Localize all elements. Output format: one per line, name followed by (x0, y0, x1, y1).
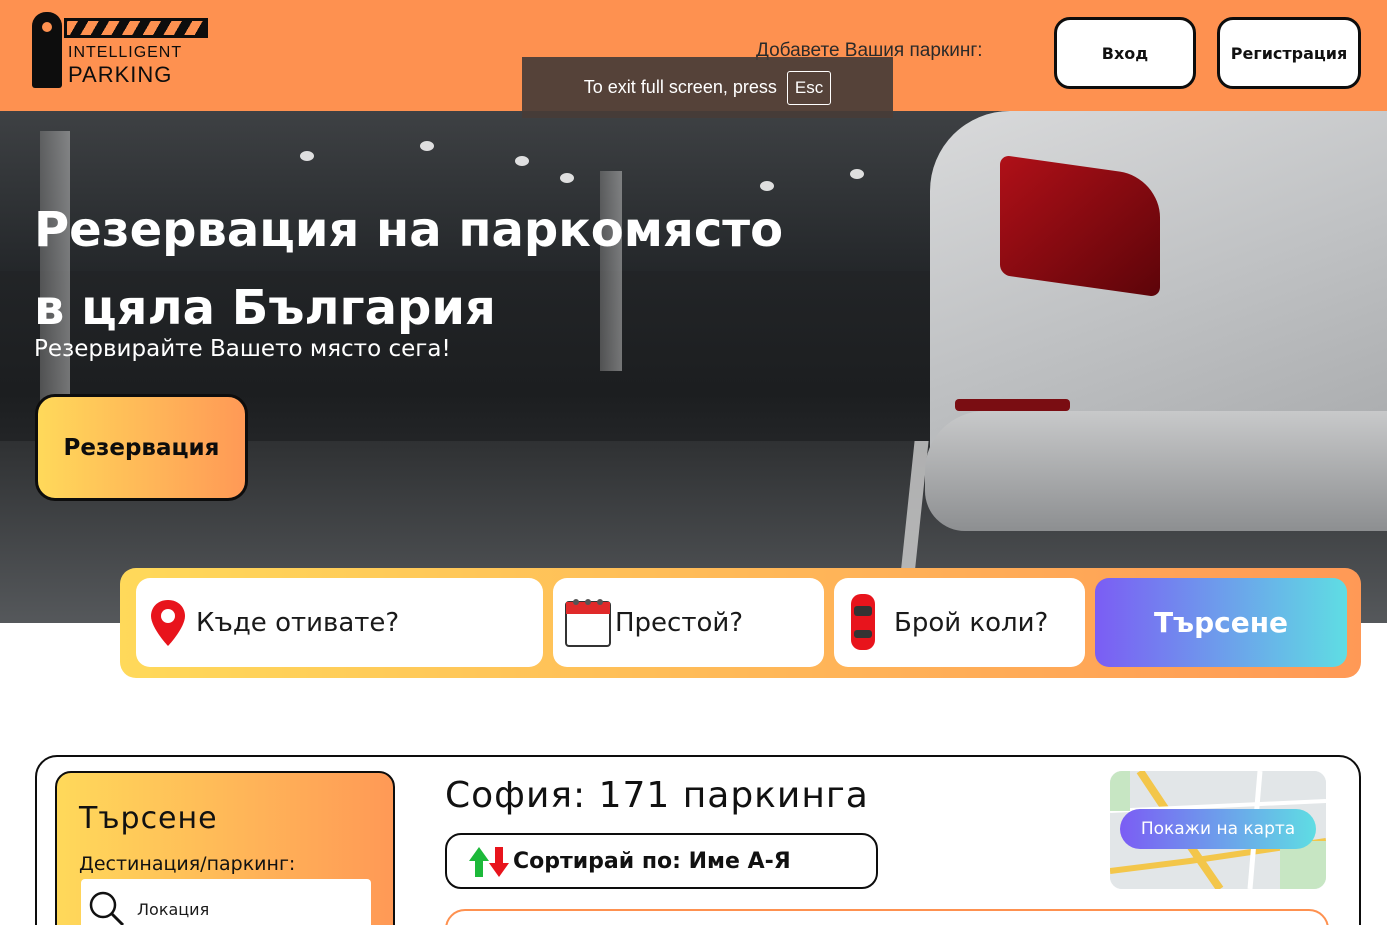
search-button[interactable]: Търсене (1095, 578, 1347, 667)
magnifier-icon (89, 891, 125, 925)
logo-text-line2: PARKING (68, 62, 173, 87)
logo-barrier-post (32, 12, 62, 88)
hero-title-line1: Резервация на паркомясто (34, 202, 784, 258)
calendar-icon (565, 599, 611, 647)
destination-field[interactable]: Къде отивате? (136, 578, 543, 667)
fullscreen-toast-text: To exit full screen, press (583, 77, 777, 97)
filters-sidebar: Търсене Дестинация/паркинг: (55, 771, 395, 925)
search-bar: Къде отивате? Престой? Брой коли? Търсен… (120, 568, 1361, 678)
map-thumbnail[interactable]: Покажи на карта (1110, 771, 1326, 889)
hero-ceiling-light (300, 151, 314, 161)
reserve-button[interactable]: Резервация (35, 394, 248, 501)
car-count-field[interactable]: Брой коли? (834, 578, 1085, 667)
hero-ceiling-light (420, 141, 434, 151)
car-icon (851, 594, 875, 650)
destination-filter-label: Дестинация/паркинг: (79, 853, 296, 875)
show-on-map-button[interactable]: Покажи на карта (1120, 809, 1316, 849)
sort-label: Сортирай по: Име А-Я (513, 848, 791, 874)
login-button[interactable]: Вход (1054, 17, 1196, 89)
hero-car-bumper (925, 411, 1387, 531)
filters-title: Търсене (79, 801, 218, 836)
hero-banner: Резервация на паркомясто в цяла България… (0, 111, 1387, 623)
car-count-field-label: Брой коли? (894, 607, 1049, 638)
hero-subtitle: Резервирайте Вашето място сега! (34, 336, 451, 362)
hero-ceiling-light (850, 169, 864, 179)
map-pin-icon (151, 600, 185, 646)
logo-barrier-arm (64, 18, 208, 38)
duration-field-label: Престой? (615, 607, 744, 638)
sort-dropdown[interactable]: Сортирай по: Име А-Я (445, 833, 878, 889)
hero-car-reflector (955, 399, 1070, 411)
intelligent-parking-logo[interactable]: INTELLIGENT PARKING (30, 12, 210, 92)
esc-key-badge: Esc (786, 70, 832, 105)
sort-arrows-icon (469, 847, 509, 877)
logo-text-line1: INTELLIGENT (68, 44, 183, 61)
hero-ceiling-light (560, 173, 574, 183)
hero-title: Резервация на паркомясто в цяла България (34, 191, 834, 347)
hero-ceiling-light (760, 181, 774, 191)
duration-field[interactable]: Престой? (553, 578, 824, 667)
results-panel: Търсене Дестинация/паркинг: София: 171 п… (35, 755, 1361, 925)
fullscreen-exit-toast: To exit full screen, press Esc (522, 57, 893, 118)
destination-field-label: Къде отивате? (196, 607, 400, 638)
hero-ceiling-light (515, 156, 529, 166)
register-button[interactable]: Регистрация (1217, 17, 1361, 89)
parking-result-card[interactable] (445, 909, 1329, 925)
results-count-title: София: 171 паркинга (445, 775, 869, 816)
